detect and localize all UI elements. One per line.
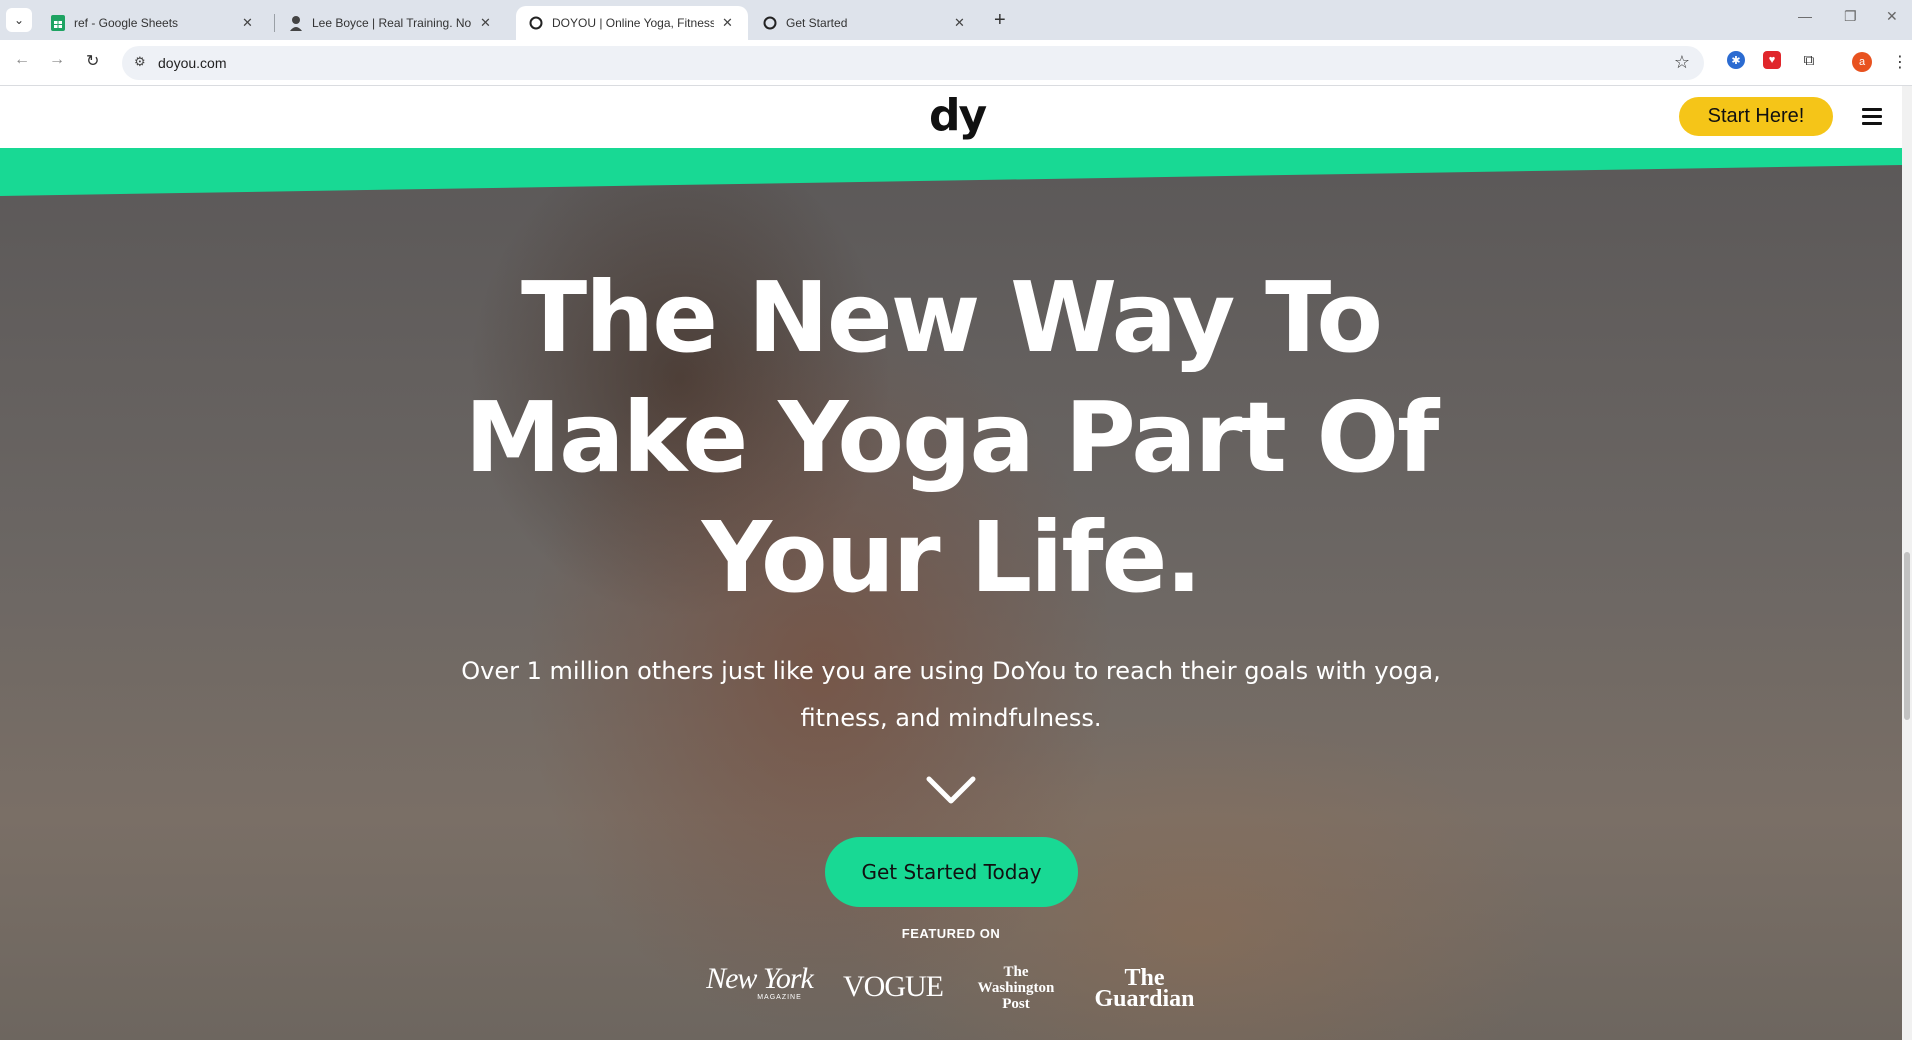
tab-google-sheets[interactable]: ref - Google Sheets ✕ <box>38 6 268 40</box>
close-icon[interactable]: ✕ <box>722 15 736 31</box>
browser-menu-icon[interactable]: ⋮ <box>1892 52 1908 72</box>
press-logo-washington-post: The Washington Post <box>977 964 1055 1012</box>
close-icon[interactable]: ✕ <box>480 15 494 31</box>
close-window-icon[interactable]: ✕ <box>1886 8 1898 25</box>
forward-icon[interactable]: → <box>49 51 65 69</box>
scroll-down-chevron-icon[interactable] <box>926 776 976 804</box>
shield-icon[interactable]: ♥ <box>1763 51 1781 69</box>
hero-accent-band <box>0 148 1902 196</box>
back-icon[interactable]: ← <box>14 51 30 69</box>
close-icon[interactable]: ✕ <box>242 15 256 31</box>
tab-doyou[interactable]: DOYOU | Online Yoga, Fitness, & ✕ <box>516 6 748 40</box>
tab-get-started[interactable]: Get Started ✕ <box>750 6 980 40</box>
hero-subtext: Over 1 million others just like you are … <box>461 657 1441 732</box>
globe-icon <box>762 15 778 31</box>
tab-title: ref - Google Sheets <box>74 16 179 30</box>
site-header: dy Start Here! <box>0 86 1902 148</box>
press-logo-new-york: New York MAGAZINE <box>706 962 814 1002</box>
omnibox[interactable]: ⚙ doyou.com ☆ <box>122 46 1704 80</box>
new-tab-button[interactable]: + <box>994 8 1006 32</box>
extensions-puzzle-icon[interactable]: ⧉ <box>1800 51 1818 69</box>
restore-icon[interactable]: ❐ <box>1844 8 1857 25</box>
tab-search-button[interactable]: ⌄ <box>6 8 32 32</box>
close-icon[interactable]: ✕ <box>954 15 968 31</box>
tab-lee-boyce[interactable]: Lee Boyce | Real Training. No N ✕ <box>276 6 506 40</box>
extension-icon[interactable]: ✱ <box>1727 51 1745 69</box>
chevron-down-icon: ⌄ <box>13 13 25 27</box>
address-bar: ← → ↻ ⚙ doyou.com ☆ <box>0 40 1912 86</box>
press-logo-guardian: The Guardian <box>1094 965 1195 1012</box>
hero-headline: The New Way To Make Yoga Part Of Your Li… <box>464 261 1440 614</box>
start-here-button[interactable]: Start Here! <box>1679 97 1833 136</box>
profile-avatar[interactable]: a <box>1852 52 1872 72</box>
press-logo-vogue: VOGUE <box>843 970 944 1003</box>
site-info-icon[interactable]: ⚙ <box>134 54 146 70</box>
google-sheets-icon <box>50 15 66 31</box>
featured-on-label: FEATURED ON <box>901 926 1001 941</box>
url-text[interactable]: doyou.com <box>158 55 226 71</box>
tab-strip: ⌄ ref - Google Sheets ✕ Lee Boyce | Real… <box>0 0 1912 40</box>
page-scrollbar-thumb[interactable] <box>1904 552 1910 720</box>
minimize-icon[interactable]: — <box>1798 8 1812 24</box>
tab-separator <box>274 14 275 32</box>
hamburger-menu-icon[interactable] <box>1862 108 1882 125</box>
tab-title: Lee Boyce | Real Training. No N <box>312 16 472 30</box>
person-icon <box>288 15 304 31</box>
web-page: dy Start Here! The New Way To Make Yoga … <box>0 86 1902 1040</box>
tab-title: DOYOU | Online Yoga, Fitness, & <box>552 16 714 30</box>
tab-title: Get Started <box>786 16 848 30</box>
site-logo[interactable]: dy <box>929 90 987 141</box>
reload-icon[interactable]: ↻ <box>86 51 99 71</box>
bookmark-star-icon[interactable]: ☆ <box>1674 52 1690 73</box>
get-started-button[interactable]: Get Started Today <box>825 837 1078 907</box>
globe-icon <box>528 15 544 31</box>
